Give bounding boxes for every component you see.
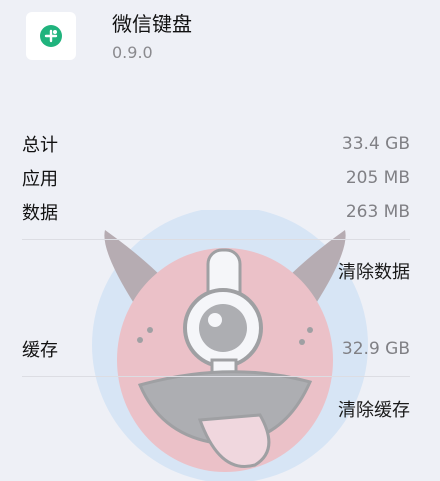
divider <box>22 376 410 377</box>
divider <box>22 239 410 240</box>
clear-cache-button[interactable]: 清除缓存 <box>338 396 410 422</box>
app-size-row: 应用 205 MB <box>22 166 410 190</box>
data-size-value: 263 MB <box>345 202 410 222</box>
total-row: 总计 33.4 GB <box>22 132 410 156</box>
app-name: 微信键盘 <box>112 12 192 36</box>
wetype-keyboard-icon <box>40 25 62 47</box>
data-size-label: 数据 <box>22 203 58 224</box>
app-version: 0.9.0 <box>112 43 153 62</box>
cache-label: 缓存 <box>22 340 58 361</box>
app-size-value: 205 MB <box>345 168 410 188</box>
cache-value: 32.9 GB <box>341 339 410 359</box>
data-size-row: 数据 263 MB <box>22 200 410 224</box>
app-icon <box>26 12 76 60</box>
app-size-label: 应用 <box>22 169 58 190</box>
total-value: 33.4 GB <box>341 134 410 154</box>
clear-data-button[interactable]: 清除数据 <box>338 258 410 284</box>
cache-row: 缓存 32.9 GB <box>22 337 410 361</box>
total-label: 总计 <box>22 135 58 156</box>
